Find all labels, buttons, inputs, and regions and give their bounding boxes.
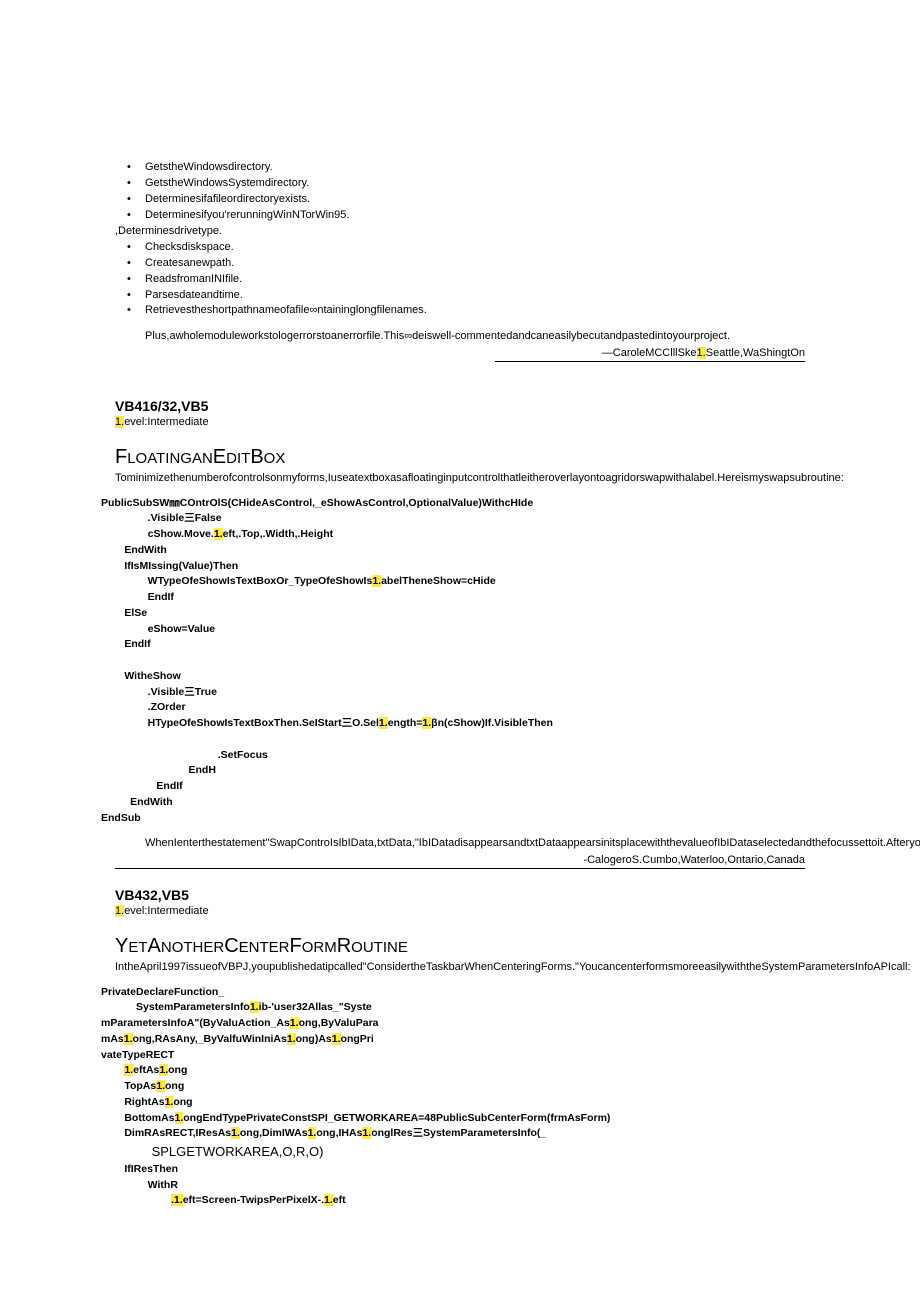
highlight: 1.	[324, 1194, 333, 1206]
h: C	[224, 935, 238, 957]
sig-text: —CaroleMCClllSke	[602, 347, 697, 359]
code: ong,DimIWAs	[240, 1127, 308, 1139]
paragraph: WhenIenterthestatement"SwapControIsIbIDa…	[115, 836, 805, 852]
level-line: 1.evel:Intermediate	[115, 416, 805, 428]
h: F	[115, 446, 127, 468]
code: eft=Screen-TwipsPerPixelX-.	[183, 1194, 324, 1206]
intro-text: Tominimizethenumberofcontrolsonmyforms,I…	[115, 471, 805, 485]
code: eft	[333, 1194, 346, 1206]
highlight: 1.	[308, 1127, 317, 1139]
sig-text: Seattle,WaShingtOn	[706, 347, 805, 359]
list-item: Determinesifyou'rerunningWinNTorWin95.	[115, 208, 805, 224]
highlight: 1.	[156, 1080, 165, 1092]
paragraph: Plus,awholemoduleworkstologerrorstoanerr…	[115, 329, 805, 345]
highlight: 1.	[250, 1001, 259, 1013]
divider	[115, 868, 805, 869]
section-title: VB416/32,VB5	[115, 398, 805, 414]
list-item: Retrievestheshortpathnameofafile∞ntainin…	[115, 303, 805, 319]
list-item: GetstheWindowsSystemdirectory.	[115, 176, 805, 192]
section-title: VB432,VB5	[115, 887, 805, 903]
highlight: 1.	[231, 1127, 240, 1139]
level-text: evel:Intermediate	[124, 905, 208, 917]
highlight: 1.	[124, 1033, 133, 1045]
list-item: Determinesifafileordirectoryexists.	[115, 192, 805, 208]
list-item: ReadsfromanINIfile.	[115, 272, 805, 288]
highlight: 1.	[214, 528, 223, 540]
h: A	[148, 935, 161, 957]
code: ong)As	[296, 1033, 332, 1045]
list-item: GetstheWindowsdirectory.	[115, 160, 805, 176]
divider	[495, 361, 805, 362]
highlight: 1.	[115, 416, 124, 428]
code-block-2: PrivateDeclareFunction_ SystemParameters…	[101, 985, 805, 1210]
level-line: 1.evel:Intermediate	[115, 905, 805, 917]
h: ENTER	[239, 939, 290, 956]
highlight: 1.	[124, 1064, 133, 1076]
code: βn(cShow)If.VisibleThen .SetFocus EndH E…	[101, 717, 553, 824]
highlight: 1.	[287, 1033, 296, 1045]
h: DIT	[226, 450, 250, 467]
highlight: 1.	[372, 575, 381, 587]
code: SPLGETWORKAREA,O,R,O)	[101, 1144, 323, 1159]
code-block-1: PublicSubSW㎜COntrOlS(CHideAsControl,_eSh…	[101, 496, 805, 827]
highlight: 1.	[290, 1017, 299, 1029]
highlight: 1.	[697, 347, 706, 359]
h: LOATINGAN	[127, 450, 213, 467]
feature-list: GetstheWindowsdirectory. GetstheWindowsS…	[115, 160, 805, 319]
intro-text: IntheApril1997issueofVBPJ,youpublishedat…	[115, 960, 805, 974]
level-text: evel:Intermediate	[124, 416, 208, 428]
highlight: 1.	[159, 1064, 168, 1076]
list-item: Checksdiskspace.	[115, 240, 805, 256]
highlight: .1.	[171, 1194, 183, 1206]
list-item: ,Determinesdrivetype.	[115, 224, 805, 240]
h: R	[337, 935, 351, 957]
code: PrivateDeclareFunction_ SystemParameters…	[101, 986, 250, 1014]
highlight: 1.	[422, 717, 431, 729]
highlight: 1.	[379, 717, 388, 729]
highlight: 1.	[175, 1112, 184, 1124]
code: ength=	[388, 717, 423, 729]
highlight: 1.	[332, 1033, 341, 1045]
list-item: Createsanewpath.	[115, 256, 805, 272]
highlight: 1.	[362, 1127, 371, 1139]
code: ong,RAsAny,_ByValfuWinIniAs	[133, 1033, 287, 1045]
h: ET	[128, 939, 147, 956]
h: OX	[264, 450, 286, 467]
list-item: Parsesdateandtime.	[115, 288, 805, 304]
article-heading: FLOATINGANEDITBOX	[115, 446, 805, 469]
h: OUTINE	[351, 939, 408, 956]
code: abelTheneShow=cHide EndIf ElSe eShow=Val…	[101, 575, 496, 729]
h: E	[213, 446, 226, 468]
h: NOTHER	[161, 939, 224, 956]
article-heading: YETANOTHERCENTERFORMROUTINE	[115, 935, 805, 958]
code: IfIResThen WithR	[101, 1163, 178, 1207]
h: ORM	[302, 939, 337, 956]
document-page: GetstheWindowsdirectory. GetstheWindowsS…	[0, 0, 920, 1301]
code: ong,IHAs	[316, 1127, 362, 1139]
h: F	[290, 935, 302, 957]
author-signature: —CaroleMCClllSke1.Seattle,WaShingtOn	[115, 347, 805, 359]
author-signature: -CalogeroS.Cumbo,Waterloo,Ontario,Canada	[115, 854, 805, 866]
code: onglRes三SystemParametersInfo(_	[371, 1127, 546, 1139]
h: B	[250, 446, 263, 468]
highlight: 1.	[115, 905, 124, 917]
h: Y	[115, 935, 128, 957]
code: eftAs	[133, 1064, 159, 1076]
